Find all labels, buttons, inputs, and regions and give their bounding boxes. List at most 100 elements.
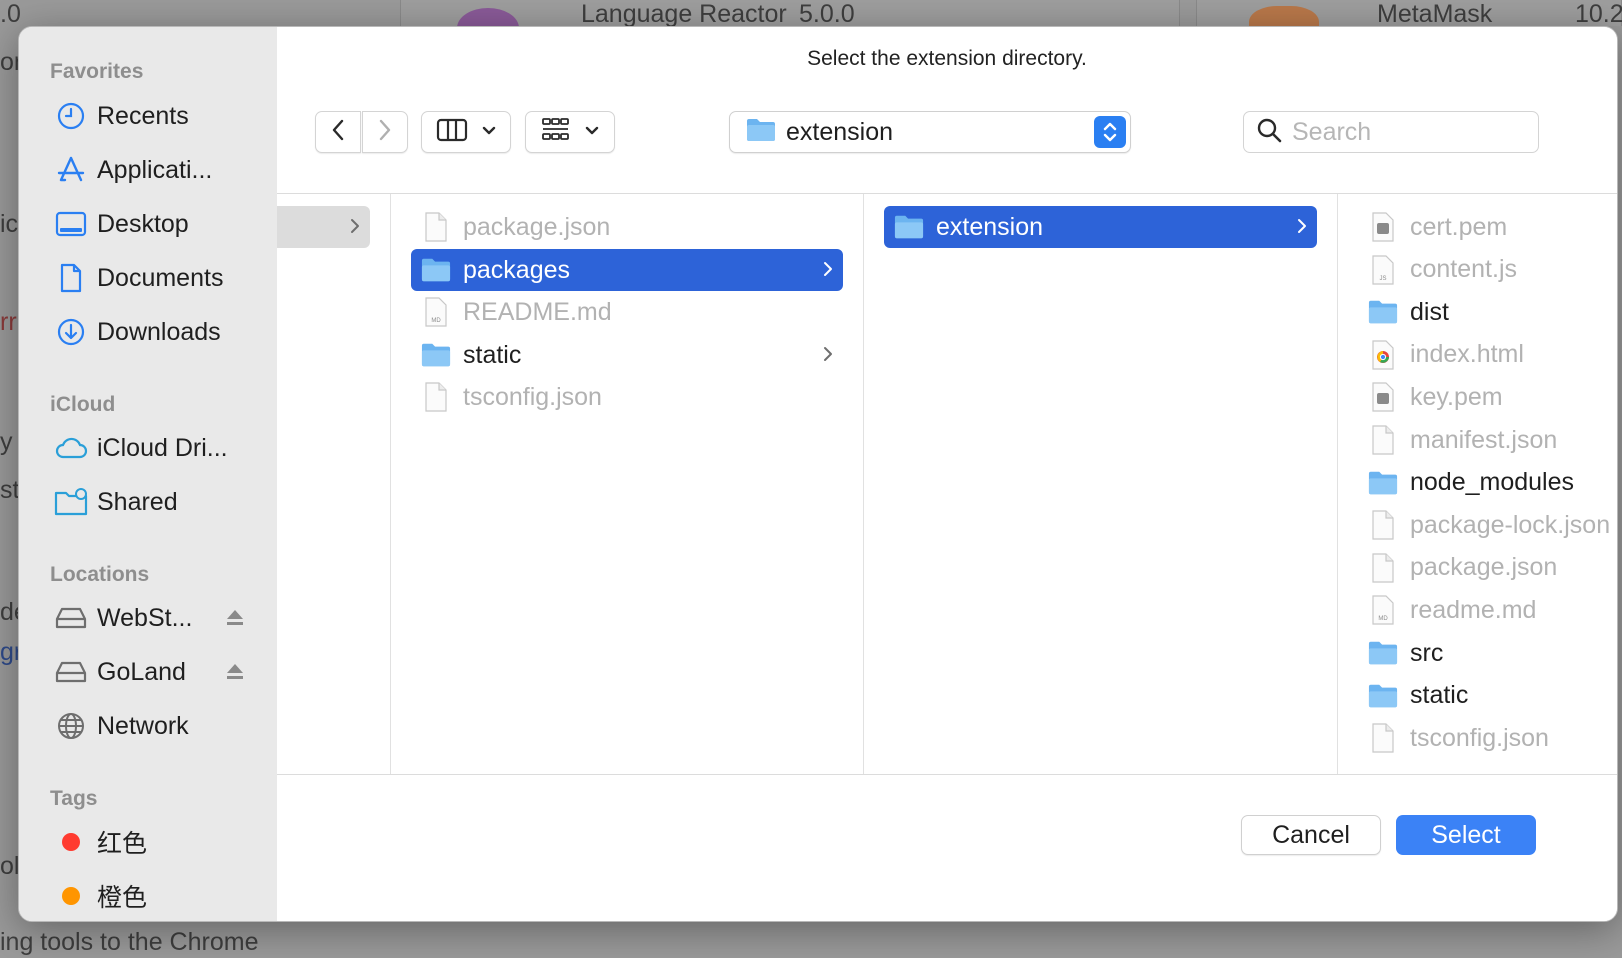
sidebar-section-favorites: Favorites xyxy=(50,60,144,83)
list-item[interactable]: MD README.md xyxy=(411,291,843,333)
folder-icon xyxy=(1368,638,1398,668)
cloud-icon xyxy=(51,428,91,468)
sidebar-item-label: GoLand xyxy=(97,657,186,686)
list-item[interactable]: node_modules xyxy=(1358,462,1617,504)
file-name: manifest.json xyxy=(1410,425,1558,454)
search-field[interactable] xyxy=(1243,111,1539,153)
file-name: content.js xyxy=(1410,255,1518,284)
columns-view-icon xyxy=(436,118,468,147)
desktop-icon xyxy=(51,204,91,244)
extension-card-language-reactor: Language Reactor 5.0.0 xyxy=(400,0,1180,48)
sidebar-item-webstorm[interactable]: WebSt... xyxy=(37,595,259,641)
file-name: index.html xyxy=(1410,340,1524,369)
sidebar-section-tags: Tags xyxy=(50,787,98,810)
shared-folder-icon xyxy=(51,482,91,522)
list-item[interactable]: JS content.js xyxy=(1358,249,1617,291)
file-name: tsconfig.json xyxy=(1410,723,1549,752)
card-title: Language Reactor xyxy=(581,0,787,28)
view-mode-button[interactable] xyxy=(421,111,511,153)
chevron-down-icon xyxy=(585,123,599,141)
drive-icon xyxy=(51,652,91,692)
list-item-selected[interactable]: extension xyxy=(884,206,1317,248)
sidebar-item-applications[interactable]: Applicati... xyxy=(37,147,259,193)
list-item[interactable]: key.pem xyxy=(1358,376,1617,418)
list-item[interactable]: MD readme.md xyxy=(1358,589,1617,631)
certificate-file-icon xyxy=(1368,382,1398,412)
chevron-right-icon xyxy=(823,346,833,367)
folder-icon xyxy=(1368,297,1398,327)
search-icon xyxy=(1256,117,1282,148)
sidebar-item-label: Recents xyxy=(97,101,189,130)
globe-icon xyxy=(51,706,91,746)
file-name: README.md xyxy=(463,297,612,326)
file-name: package.json xyxy=(463,212,611,241)
list-item[interactable]: package.json xyxy=(411,206,843,248)
browser-column-1 xyxy=(277,194,391,774)
sidebar-item-goland[interactable]: GoLand xyxy=(37,649,259,695)
location-popup[interactable]: extension xyxy=(729,111,1131,153)
chevron-right-icon xyxy=(350,218,360,239)
column-browser: package.json packages MD README.md stati… xyxy=(277,193,1617,775)
file-name: tsconfig.json xyxy=(463,382,602,411)
sidebar-item-icloud-drive[interactable]: iCloud Dri... xyxy=(37,425,259,471)
list-item[interactable]: static xyxy=(411,334,843,376)
select-button[interactable]: Select xyxy=(1396,815,1536,855)
sidebar-item-tag-red[interactable]: 红色 xyxy=(37,819,259,865)
bg-fragment: ol xyxy=(0,852,20,880)
sidebar-item-shared[interactable]: Shared xyxy=(37,479,259,525)
list-item[interactable]: manifest.json xyxy=(1358,419,1617,461)
sidebar-item-tag-orange[interactable]: 橙色 xyxy=(37,873,259,919)
folder-name: packages xyxy=(463,255,571,284)
main-panel: Select the extension directory. extensio… xyxy=(277,27,1617,921)
file-icon xyxy=(1368,553,1398,583)
markdown-file-icon: MD xyxy=(421,297,451,327)
chevron-right-icon xyxy=(1297,218,1307,239)
list-item-selected-parent[interactable] xyxy=(277,206,370,248)
list-item-selected[interactable]: packages xyxy=(411,249,843,291)
eject-icon[interactable] xyxy=(225,607,245,632)
sidebar: Favorites Recents Applicati... Desktop D… xyxy=(19,27,277,921)
browser-column-4: cert.pem JS content.js dist index.html key.pe… xyxy=(1338,194,1617,774)
bg-bottom-text: ing tools to the Chrome xyxy=(0,928,259,956)
list-item[interactable]: index.html xyxy=(1358,334,1617,376)
forward-button[interactable] xyxy=(362,111,408,153)
bg-fragment: .0 xyxy=(0,0,21,28)
list-item[interactable]: cert.pem xyxy=(1358,206,1617,248)
list-item[interactable]: static xyxy=(1358,675,1617,717)
open-panel-dialog: Favorites Recents Applicati... Desktop D… xyxy=(18,26,1618,922)
svg-text:MD: MD xyxy=(1378,616,1388,622)
list-item[interactable]: package.json xyxy=(1358,547,1617,589)
folder-icon xyxy=(1368,468,1398,498)
sidebar-section-icloud: iCloud xyxy=(50,393,116,416)
folder-icon xyxy=(894,212,924,242)
search-input[interactable] xyxy=(1292,117,1512,147)
file-icon xyxy=(1368,723,1398,753)
sidebar-item-documents[interactable]: Documents xyxy=(37,255,259,301)
folder-icon xyxy=(746,118,776,147)
list-item[interactable]: src xyxy=(1358,632,1617,674)
sidebar-item-downloads[interactable]: Downloads xyxy=(37,309,259,355)
sidebar-item-network[interactable]: Network xyxy=(37,703,259,749)
list-item[interactable]: package-lock.json xyxy=(1358,504,1617,546)
file-name: package.json xyxy=(1410,553,1558,582)
back-button[interactable] xyxy=(315,111,361,153)
eject-icon[interactable] xyxy=(225,661,245,686)
sidebar-item-desktop[interactable]: Desktop xyxy=(37,201,259,247)
sidebar-item-recents[interactable]: Recents xyxy=(37,93,259,139)
sidebar-item-label: 橙色 xyxy=(97,884,148,912)
bg-fragment: rr xyxy=(0,308,17,336)
red-tag-dot-icon xyxy=(51,822,91,862)
list-item[interactable]: dist xyxy=(1358,291,1617,333)
drive-icon xyxy=(51,598,91,638)
bg-fragment: y xyxy=(0,428,13,456)
browser-column-2: package.json packages MD README.md stati… xyxy=(391,194,864,774)
list-item[interactable]: tsconfig.json xyxy=(1358,717,1617,759)
card-version: 5.0.0 xyxy=(799,0,855,28)
applications-icon xyxy=(51,150,91,190)
updown-arrows-icon xyxy=(1094,116,1126,148)
folder-icon xyxy=(421,340,451,370)
list-item[interactable]: tsconfig.json xyxy=(411,376,843,418)
cancel-button[interactable]: Cancel xyxy=(1241,815,1381,855)
file-name: package-lock.json xyxy=(1410,510,1611,539)
group-by-button[interactable] xyxy=(525,111,615,153)
